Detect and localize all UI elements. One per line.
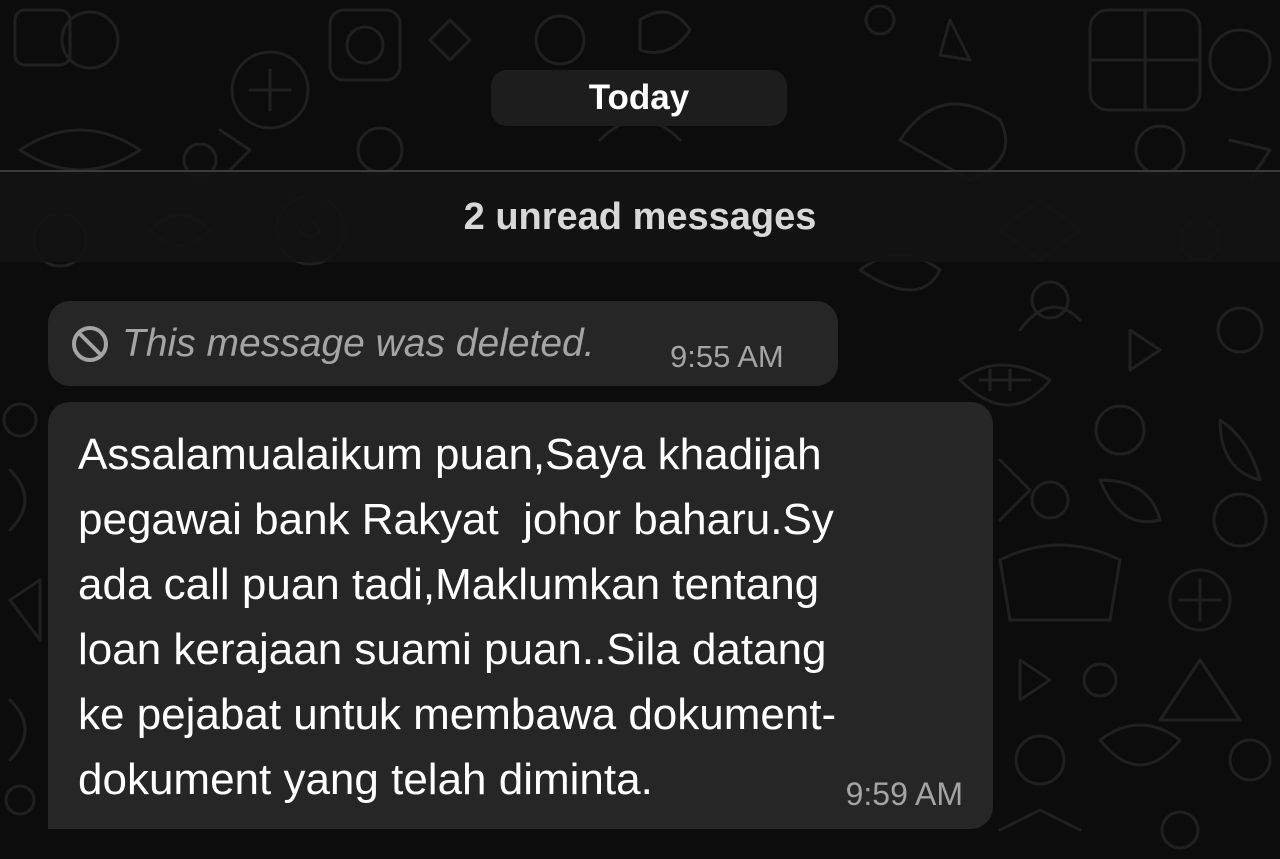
message-line: ada call puan tadi,Maklumkan tentang	[78, 560, 820, 609]
ban-icon	[70, 324, 110, 364]
message-timestamp: 9:59 AM	[845, 776, 963, 812]
date-chip: Today	[491, 70, 787, 126]
message-line: pegawai bank Rakyat johor baharu.Sy	[78, 495, 834, 544]
chat-view: Today 2 unread messages This message was…	[0, 0, 1280, 859]
message-line: loan kerajaan suami puan..Sila datang	[78, 625, 827, 674]
message-line: ke pejabat untuk membawa dokument-	[78, 690, 837, 739]
unread-messages-banner: 2 unread messages	[0, 170, 1280, 262]
incoming-message-bubble[interactable]: Assalamualaikum puan,Saya khadijah pegaw…	[48, 402, 993, 829]
message-line: dokument yang telah diminta.	[78, 755, 653, 804]
message-text: Assalamualaikum puan,Saya khadijah pegaw…	[78, 422, 978, 812]
message-timestamp: 9:55 AM	[670, 339, 784, 374]
unread-messages-label: 2 unread messages	[463, 195, 817, 238]
deleted-message-bubble[interactable]: This message was deleted. 9:55 AM	[48, 301, 838, 386]
date-chip-label: Today	[588, 78, 690, 117]
deleted-message-text: This message was deleted.	[122, 321, 595, 365]
message-line: Assalamualaikum puan,Saya khadijah	[78, 430, 822, 479]
